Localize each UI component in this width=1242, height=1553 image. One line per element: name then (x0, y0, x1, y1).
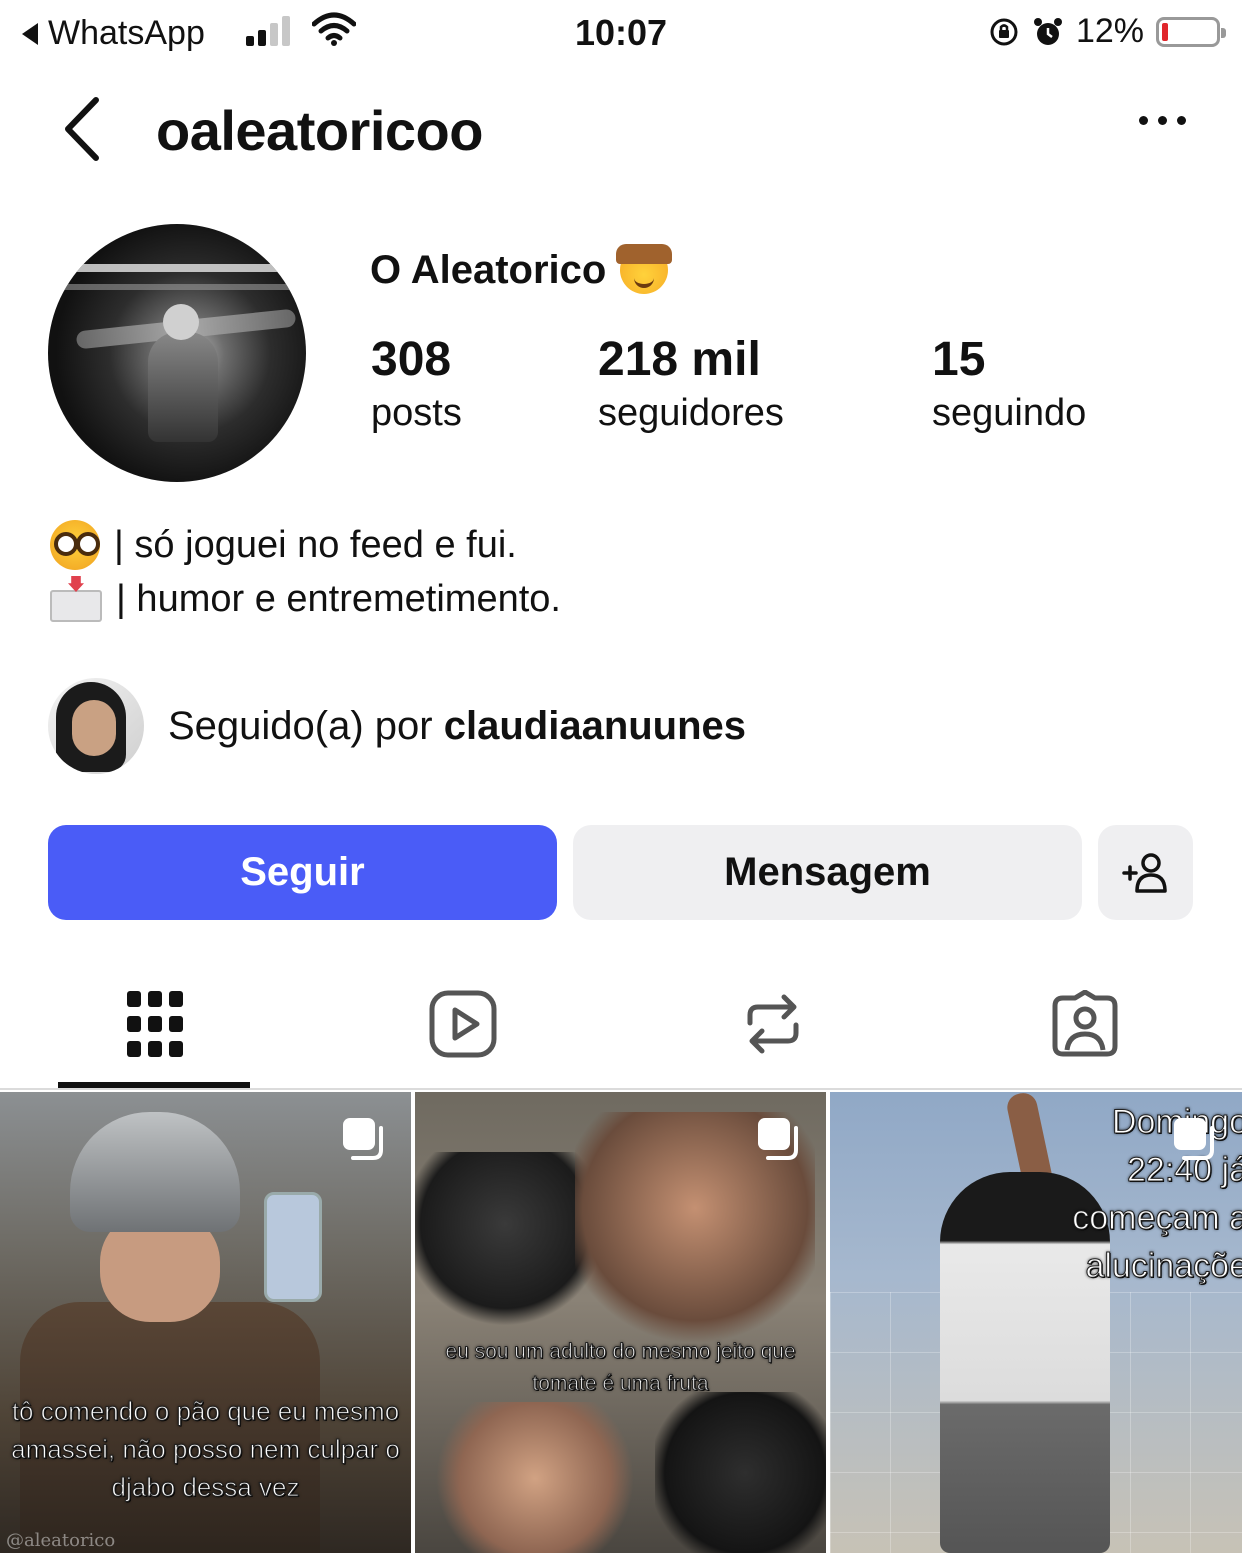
repost-icon (747, 994, 799, 1054)
followers-count: 218 mil (598, 333, 761, 386)
following-stat[interactable]: 15 seguindo (932, 332, 1086, 438)
post-thumbnail[interactable]: tô comendo o pão que eu mesmo amassei, n… (0, 1092, 411, 1553)
battery-fill (1162, 22, 1168, 41)
post-watermark: @aleatorico (6, 1530, 116, 1551)
profile-avatar[interactable] (48, 224, 306, 482)
carousel-icon (1174, 1118, 1214, 1160)
tab-tagged[interactable] (960, 960, 1210, 1088)
battery-icon (1156, 16, 1226, 47)
tagged-icon (1052, 990, 1118, 1057)
posts-stat[interactable]: 308 posts (371, 332, 462, 438)
envelope-arrow-emoji-icon (50, 576, 102, 622)
post-caption: eu sou um adulto do mesmo jeito que toma… (445, 1340, 796, 1396)
posts-grid: tô comendo o pão que eu mesmo amassei, n… (0, 1092, 1242, 1553)
posts-count: 308 (371, 333, 452, 386)
display-name: O Aleatorico (370, 244, 673, 294)
tabs-divider (0, 1088, 1242, 1090)
more-options-button[interactable] (1139, 116, 1186, 125)
followed-by[interactable]: Seguido(a) por claudiaanuunes (48, 678, 746, 774)
profile-header: oaleatoricoo (0, 80, 1242, 180)
message-button[interactable]: Mensagem (573, 825, 1082, 920)
status-bar: WhatsApp 10:07 12% (0, 0, 1242, 66)
profile-bio: | só joguei no feed e fui. | humor e ent… (50, 518, 561, 626)
orientation-lock-icon (990, 18, 1018, 45)
reels-icon (429, 990, 497, 1058)
add-user-icon (1121, 852, 1167, 893)
post-thumbnail[interactable]: Domingo 22:40 já começam a alucinaçõe (830, 1092, 1242, 1553)
tab-reposts[interactable] (648, 960, 898, 1088)
page-title: oaleatoricoo (156, 99, 483, 162)
post-thumbnail[interactable]: eu sou um adulto do mesmo jeito que toma… (415, 1092, 826, 1553)
bio-text: | humor e entremetimento. (116, 578, 561, 620)
battery-percent: 12% (1075, 12, 1144, 50)
followers-stat[interactable]: 218 mil seguidores (598, 332, 784, 438)
more-dot-icon (1177, 116, 1186, 125)
nerd-face-emoji-icon (50, 520, 100, 570)
cowboy-emoji-icon (616, 244, 673, 294)
avatar-fighter-body (148, 332, 218, 442)
tab-posts-grid[interactable] (30, 960, 280, 1088)
back-button[interactable] (58, 94, 108, 164)
carousel-icon (758, 1118, 798, 1160)
more-dot-icon (1139, 116, 1148, 125)
display-name-text: O Aleatorico (370, 247, 607, 292)
tab-reels[interactable] (338, 960, 588, 1088)
bio-text: | só joguei no feed e fui. (114, 524, 517, 566)
followed-by-user: claudiaanuunes (443, 703, 747, 748)
bio-line: | humor e entremetimento. (50, 572, 561, 626)
avatar-arena-light (58, 264, 298, 272)
followed-by-prefix: Seguido(a) por (168, 703, 444, 748)
profile-tabs (0, 960, 1242, 1090)
more-dot-icon (1158, 116, 1167, 125)
post-caption: tô comendo o pão que eu mesmo amassei, n… (11, 1396, 401, 1503)
avatar-arena-light (58, 284, 298, 290)
alarm-icon (1033, 17, 1062, 45)
posts-label: posts (371, 392, 462, 434)
follow-button[interactable]: Seguir (48, 825, 557, 920)
suggested-users-button[interactable] (1098, 825, 1193, 920)
grid-icon (127, 991, 183, 1057)
bio-line: | só joguei no feed e fui. (50, 518, 561, 572)
follower-avatar (48, 678, 144, 774)
following-count: 15 (932, 333, 986, 386)
followers-label: seguidores (598, 392, 784, 434)
avatar-fighter-head (163, 304, 199, 340)
following-label: seguindo (932, 392, 1087, 434)
carousel-icon (343, 1118, 383, 1160)
followed-by-text: Seguido(a) por claudiaanuunes (168, 704, 746, 749)
